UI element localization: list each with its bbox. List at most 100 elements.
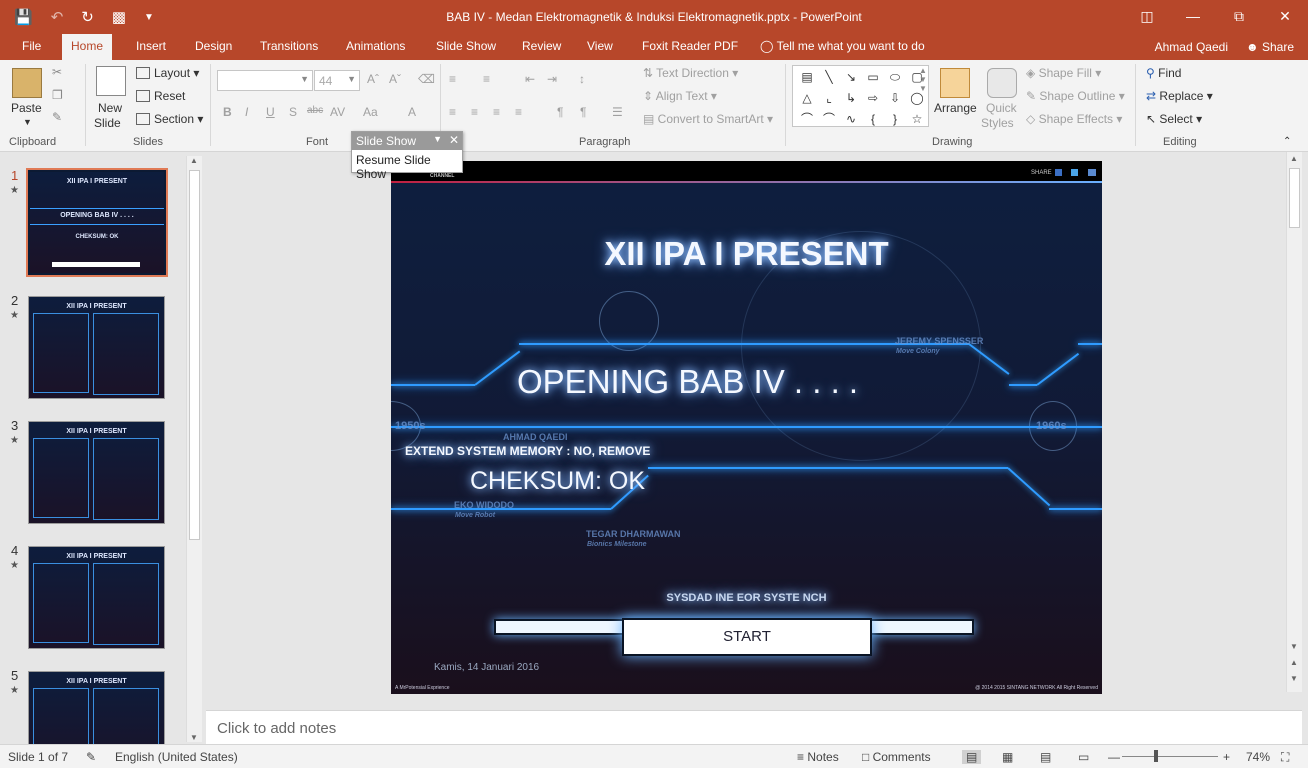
language-indicator[interactable]: English (United States) <box>115 750 238 764</box>
shape-outline-button[interactable]: ✎ Shape Outline ▾ <box>1026 89 1125 103</box>
zoom-slider-thumb[interactable] <box>1154 750 1159 762</box>
line-spacing-icon[interactable]: ↕ <box>579 72 585 86</box>
section-button[interactable]: Section ▾ <box>136 112 203 126</box>
elbow-arrow-icon[interactable]: ↳ <box>841 89 861 108</box>
columns-icon[interactable]: ☰ <box>612 105 623 119</box>
increase-font-icon[interactable]: Aˆ <box>367 72 379 86</box>
decrease-indent-icon[interactable]: ⇤ <box>525 72 535 86</box>
zoom-slider[interactable] <box>1122 756 1218 757</box>
user-name[interactable]: Ahmad Qaedi <box>1155 40 1228 54</box>
star-shape-icon[interactable]: ☆ <box>907 110 927 129</box>
reading-view-icon[interactable]: ▤ <box>1040 750 1051 764</box>
scroll-up-icon[interactable]: ▲ <box>1290 154 1298 163</box>
quick-styles-label-1[interactable]: Quick <box>986 101 1017 115</box>
restore-icon[interactable]: ⧉ <box>1216 0 1262 32</box>
select-button[interactable]: ↖ Select ▾ <box>1146 112 1202 126</box>
triangle-shape-icon[interactable]: △ <box>797 89 817 108</box>
scroll-down-icon[interactable]: ▼ <box>190 733 198 742</box>
align-left-icon[interactable]: ≡ <box>449 105 456 119</box>
new-slide-label-1[interactable]: New <box>98 101 122 115</box>
shadow-icon[interactable]: S <box>289 105 297 119</box>
tab-home[interactable]: Home <box>62 34 113 60</box>
normal-view-icon[interactable]: ▤ <box>962 750 982 764</box>
tab-file[interactable]: File <box>22 39 41 53</box>
tab-view[interactable]: View <box>587 39 613 53</box>
previous-slide-icon[interactable]: ▲ <box>1290 658 1298 667</box>
thumbnail-scrollbar[interactable]: ▲ ▼ <box>186 156 202 742</box>
cut-icon[interactable]: ✂ <box>52 65 62 79</box>
font-name-box[interactable]: ▼ <box>217 70 313 91</box>
shape-fill-button[interactable]: ◈ Shape Fill ▾ <box>1026 66 1101 80</box>
justify-icon[interactable]: ≡ <box>515 105 522 119</box>
scroll-thumb[interactable] <box>1289 168 1300 228</box>
layout-button[interactable]: Layout ▾ <box>136 66 199 80</box>
zoom-level[interactable]: 74% <box>1246 750 1270 764</box>
scroll-up-icon[interactable]: ▲ <box>190 156 198 165</box>
line-shape-icon[interactable]: ╲ <box>819 68 839 87</box>
current-slide[interactable]: CHANNEL SHARE XII IPA I PRESENT OPENING … <box>391 161 1102 694</box>
new-slide-label-2[interactable]: Slide <box>94 116 121 130</box>
tab-animations[interactable]: Animations <box>346 39 405 53</box>
paste-dropdown-icon[interactable]: ▼ <box>23 117 32 127</box>
ltr-icon[interactable]: ¶ <box>557 105 563 119</box>
align-text-button[interactable]: ⇕ Align Text ▾ <box>643 89 717 103</box>
left-brace-icon[interactable]: { <box>863 110 883 129</box>
textbox-shape-icon[interactable]: ▤ <box>797 68 817 87</box>
paste-icon[interactable] <box>12 68 42 98</box>
char-spacing-icon[interactable]: AV <box>330 105 345 119</box>
close-icon[interactable]: ✕ <box>449 133 459 147</box>
slide-show-floating-toolbar[interactable]: Slide Show ▼ ✕ Resume Slide Show <box>351 131 463 181</box>
editor-scrollbar[interactable]: ▲ ▼ ▲ ▼ <box>1286 152 1302 692</box>
shapes-gallery[interactable]: ▤ ╲ ↘ ▭ ⬭ ▢ △ ⌞ ↳ ⇨ ⇩ ◯ ⌒ ⌒ ∿ { } ☆ <box>792 65 929 127</box>
quick-styles-label-2[interactable]: Styles <box>981 116 1014 130</box>
floating-toolbar-header[interactable]: Slide Show ▼ ✕ <box>352 132 462 150</box>
font-color-icon[interactable]: A <box>408 105 416 119</box>
slide-sorter-icon[interactable]: ▦ <box>1002 750 1013 764</box>
tab-transitions[interactable]: Transitions <box>260 39 318 53</box>
format-painter-icon[interactable]: ✎ <box>52 110 62 124</box>
slide-thumbnail-1[interactable]: XII IPA I PRESENT OPENING BAB IV . . . .… <box>26 168 168 277</box>
tab-design[interactable]: Design <box>195 39 232 53</box>
clear-format-icon[interactable]: ⌫ <box>418 72 435 86</box>
share-button[interactable]: ☻ Share <box>1246 40 1294 54</box>
tab-insert[interactable]: Insert <box>136 39 166 53</box>
shape-effects-button[interactable]: ◇ Shape Effects ▾ <box>1026 112 1122 126</box>
slide-thumbnail-3[interactable]: XII IPA I PRESENT <box>28 421 165 524</box>
arc-shape-icon[interactable]: ⌒ <box>819 110 839 129</box>
next-slide-icon[interactable]: ▼ <box>1290 674 1298 683</box>
font-size-box[interactable]: 44 ▼ <box>314 70 360 91</box>
rectangle-shape-icon[interactable]: ▭ <box>863 68 883 87</box>
italic-icon[interactable]: I <box>245 105 248 119</box>
gallery-scroll-icon[interactable]: ▲ ▼ ▼ <box>919 66 927 93</box>
arrow-line-shape-icon[interactable]: ↘ <box>841 68 861 87</box>
zoom-out-icon[interactable]: — <box>1108 750 1120 764</box>
ribbon-display-options-icon[interactable]: ◫ <box>1124 0 1170 32</box>
zoom-in-icon[interactable]: + <box>1223 750 1230 764</box>
bold-icon[interactable]: B <box>223 105 232 119</box>
resume-slide-show-button[interactable]: Resume Slide Show <box>352 150 462 184</box>
slide-thumbnail-5[interactable]: XII IPA I PRESENT <box>28 671 165 744</box>
scroll-thumb[interactable] <box>189 170 200 540</box>
underline-icon[interactable]: U <box>266 105 275 119</box>
scribble-shape-icon[interactable]: ∿ <box>841 110 861 129</box>
right-arrow-shape-icon[interactable]: ⇨ <box>863 89 883 108</box>
fit-to-window-icon[interactable]: ⛶ <box>1281 750 1289 765</box>
strikethrough-icon[interactable]: abc <box>307 105 323 116</box>
spell-check-icon[interactable]: ✎ <box>86 750 96 764</box>
slideshow-view-icon[interactable]: ▭ <box>1078 750 1089 764</box>
quick-styles-icon[interactable] <box>987 68 1017 98</box>
reset-button[interactable]: Reset <box>136 89 185 103</box>
tab-slide-show[interactable]: Slide Show <box>436 39 496 53</box>
slide-thumbnail-4[interactable]: XII IPA I PRESENT <box>28 546 165 649</box>
curve-shape-icon[interactable]: ⌒ <box>797 110 817 129</box>
find-button[interactable]: ⚲ Find <box>1146 66 1181 80</box>
close-icon[interactable]: ✕ <box>1262 0 1308 32</box>
arrange-button[interactable]: Arrange <box>934 101 977 115</box>
paste-button[interactable]: Paste <box>11 101 42 115</box>
decrease-font-icon[interactable]: Aˇ <box>389 72 401 86</box>
copy-icon[interactable]: ❐ <box>52 88 63 102</box>
scroll-down-icon[interactable]: ▼ <box>1290 642 1298 651</box>
tab-foxit[interactable]: Foxit Reader PDF <box>642 39 738 53</box>
arrange-icon[interactable] <box>940 68 970 98</box>
replace-button[interactable]: ⇄ Replace ▾ <box>1146 89 1213 103</box>
